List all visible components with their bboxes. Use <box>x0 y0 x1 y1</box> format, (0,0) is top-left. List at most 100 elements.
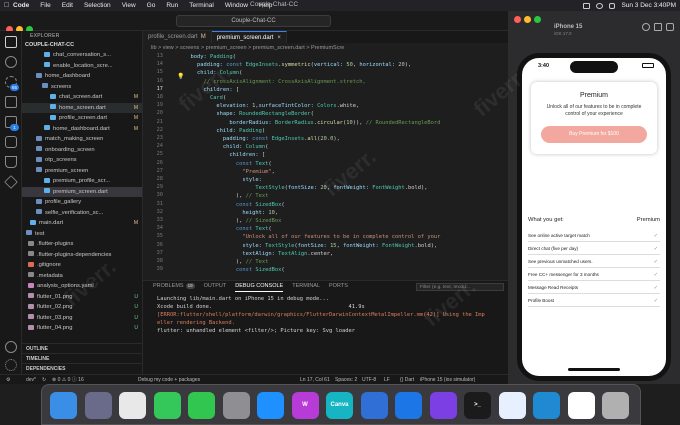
timeline-section[interactable]: TIMELINE <box>22 353 142 363</box>
line-number[interactable]: 30 <box>157 192 163 198</box>
tree-file[interactable]: flutter_04.png U <box>22 323 142 334</box>
manage-gear-icon[interactable] <box>5 359 17 371</box>
line-number[interactable]: 31 <box>157 201 163 207</box>
line-number[interactable]: 18 <box>157 94 163 100</box>
menu-go[interactable]: Go <box>147 2 156 9</box>
close-tab-icon[interactable]: × <box>277 35 281 41</box>
remote-explorer-icon[interactable] <box>5 136 17 148</box>
explorer-icon[interactable] <box>5 36 17 48</box>
tree-folder[interactable]: otp_screens <box>22 155 142 166</box>
menu-clock[interactable]: Sun 3 Dec 3:40PM <box>621 2 676 9</box>
search-icon[interactable] <box>5 56 17 68</box>
breadcrumb[interactable]: lib > view > screens > premium_screen > … <box>143 44 508 53</box>
finder-icon[interactable] <box>50 392 77 419</box>
xcode-icon[interactable] <box>395 392 422 419</box>
home-icon[interactable] <box>642 23 650 31</box>
panel-tab-problems[interactable]: PROBLEMS 19 <box>153 281 195 292</box>
tree-folder[interactable]: premium_screen <box>22 166 142 177</box>
home-indicator[interactable] <box>568 368 620 371</box>
launchpad-icon[interactable] <box>84 392 112 419</box>
line-number[interactable]: 21 <box>157 119 163 125</box>
search-icon[interactable] <box>609 2 616 9</box>
line-number[interactable]: 16 <box>157 78 163 84</box>
messages-icon[interactable] <box>188 392 215 419</box>
tree-file[interactable]: premium_screen.dart <box>22 186 142 197</box>
battery-icon[interactable] <box>583 2 591 9</box>
line-number[interactable]: 13 <box>157 53 163 59</box>
line-number[interactable]: 29 <box>157 184 163 190</box>
line-number[interactable]: 27 <box>157 168 163 174</box>
menu-edit[interactable]: Edit <box>62 2 73 9</box>
line-number[interactable]: 35 <box>157 233 163 239</box>
trash-icon[interactable] <box>602 392 629 419</box>
tree-folder[interactable]: test <box>22 229 142 240</box>
line-number[interactable]: 36 <box>157 242 163 248</box>
line-number[interactable]: 28 <box>157 176 163 182</box>
tree-file[interactable]: enable_location_scre... <box>22 61 142 72</box>
project-root[interactable]: COUPLE-CHAT-CC <box>22 41 142 50</box>
apple-menu-icon[interactable]:  <box>4 2 13 9</box>
line-number[interactable]: 38 <box>157 258 163 264</box>
tree-file[interactable]: home_screen.dart M <box>22 102 142 113</box>
git-branch[interactable]: dev* <box>26 375 36 385</box>
tree-folder[interactable]: onboarding_screen <box>22 145 142 156</box>
dependencies-section[interactable]: DEPENDENCIES <box>22 363 142 373</box>
line-number[interactable]: 19 <box>157 102 163 108</box>
tree-folder[interactable]: home_dashboard <box>22 71 142 82</box>
tree-folder[interactable]: match_making_screen <box>22 134 142 145</box>
tree-file[interactable]: .flutter-plugins-dependencies <box>22 250 142 261</box>
line-number[interactable]: 34 <box>157 225 163 231</box>
tree-file[interactable]: main.dart M <box>22 218 142 229</box>
tree-folder[interactable]: profile_gallery <box>22 197 142 208</box>
line-number[interactable]: 32 <box>157 209 163 215</box>
tab-profile-screen[interactable]: profile_screen.dart M <box>143 31 212 43</box>
panel-tab-ports[interactable]: PORTS <box>329 281 348 292</box>
terminal-icon[interactable]: >_ <box>464 392 491 419</box>
buy-premium-button[interactable]: Buy Premium for $100 <box>541 126 647 143</box>
tree-file[interactable]: chat_conversation_s... <box>22 50 142 61</box>
tree-file[interactable]: flutter_03.png U <box>22 313 142 324</box>
menu-view[interactable]: View <box>122 2 136 9</box>
tree-file[interactable]: chat_screen.dart M <box>22 92 142 103</box>
tree-file[interactable]: .gitignore <box>22 260 142 271</box>
canva-icon[interactable]: Canva <box>326 392 353 419</box>
system-settings-icon[interactable] <box>222 392 250 419</box>
tree-file[interactable]: home_dashboard.dart M <box>22 124 142 135</box>
menu-file[interactable]: File <box>40 2 50 9</box>
run-debug-icon[interactable] <box>5 96 17 108</box>
menu-run[interactable]: Run <box>166 2 178 9</box>
outline-section[interactable]: OUTLINE <box>22 343 142 353</box>
code-line[interactable]: const SizedBox( <box>171 265 285 275</box>
line-number[interactable]: 39 <box>157 266 163 272</box>
command-center[interactable]: Couple-Chat-CC <box>176 15 331 27</box>
panel-tab-output[interactable]: OUTPUT <box>204 281 227 292</box>
android-studio-icon[interactable] <box>498 392 526 419</box>
preview-icon[interactable] <box>567 392 595 419</box>
panel-tab-terminal[interactable]: TERMINAL <box>292 281 320 292</box>
accounts-icon[interactable] <box>5 341 17 353</box>
menu-code[interactable]: Code <box>13 2 29 9</box>
flutter-icon[interactable] <box>4 175 18 189</box>
menu-terminal[interactable]: Terminal <box>189 2 214 9</box>
tree-file[interactable]: profile_screen.dart M <box>22 113 142 124</box>
wifi-icon[interactable] <box>596 2 604 9</box>
sim-zoom-button[interactable] <box>534 16 541 23</box>
tree-file[interactable]: premium_profile_scr... <box>22 176 142 187</box>
line-number[interactable]: 14 <box>157 61 163 67</box>
manage-icon[interactable]: ⚙ <box>6 375 10 385</box>
line-number[interactable]: 24 <box>157 143 163 149</box>
line-number[interactable]: 20 <box>157 110 163 116</box>
app-store-icon[interactable] <box>257 392 284 419</box>
line-number[interactable]: 15 <box>157 69 163 75</box>
screenshot-icon[interactable] <box>654 23 662 31</box>
chrome-icon[interactable] <box>119 392 146 419</box>
sim-minimize-button[interactable] <box>524 16 531 23</box>
testing-icon[interactable] <box>5 156 17 168</box>
line-number[interactable]: 37 <box>157 250 163 256</box>
line-number[interactable]: 17 <box>157 86 163 92</box>
word-icon[interactable]: W <box>291 392 319 419</box>
line-number[interactable]: 26 <box>157 160 163 166</box>
vscode-icon[interactable] <box>533 392 560 419</box>
github-desktop-icon[interactable] <box>429 392 457 419</box>
tree-folder[interactable]: screens <box>22 82 142 93</box>
